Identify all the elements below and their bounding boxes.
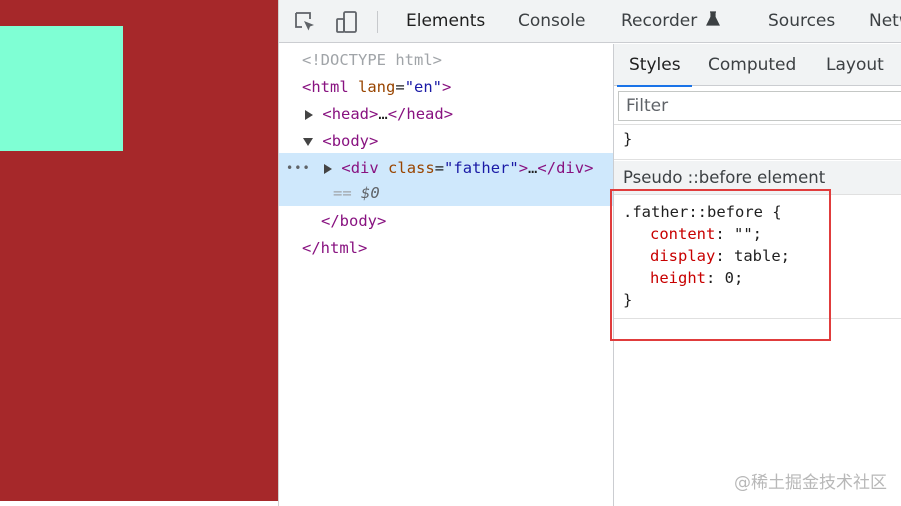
declaration-height[interactable]: height: 0;: [650, 267, 743, 289]
declaration-content[interactable]: content: "";: [650, 223, 762, 245]
tab-recorder-label: Recorder: [621, 11, 698, 31]
device-toggle-icon[interactable]: [335, 10, 359, 34]
filter-row: [614, 87, 901, 125]
prop-name[interactable]: display: [650, 247, 715, 265]
prop-value[interactable]: table;: [725, 247, 790, 265]
rule-selector[interactable]: .father::before {: [623, 201, 782, 223]
expand-triangle-icon[interactable]: [305, 109, 313, 120]
prop-name[interactable]: height: [650, 269, 706, 287]
div-class-attr: class: [388, 159, 435, 177]
tab-network[interactable]: Netw: [869, 0, 901, 42]
tab-layout[interactable]: Layout: [826, 44, 884, 86]
styles-subtabs: Styles Computed Layout: [614, 44, 901, 87]
flask-icon: [705, 11, 720, 26]
declaration-display[interactable]: display: table;: [650, 245, 790, 267]
dom-html-close[interactable]: </html>: [302, 235, 367, 261]
prop-name[interactable]: content: [650, 225, 715, 243]
tab-console[interactable]: Console: [518, 0, 586, 42]
selected-equals: ==: [333, 184, 361, 202]
styles-filter-input[interactable]: [618, 91, 901, 121]
inspect-element-icon[interactable]: [293, 10, 317, 34]
tab-styles[interactable]: Styles: [617, 44, 692, 87]
toolbar-divider: [377, 11, 378, 33]
father-element-box: [0, 26, 123, 151]
div-tag: div: [350, 159, 379, 177]
pseudo-before-rule[interactable]: .father::before { content: ""; display: …: [614, 196, 901, 319]
div-ellipsis[interactable]: …: [528, 159, 537, 177]
devtools-tabbar: Elements Console Recorder Sources Netw: [279, 0, 901, 43]
div-class-value: "father": [444, 159, 519, 177]
tab-computed[interactable]: Computed: [708, 44, 796, 86]
tab-elements[interactable]: Elements: [406, 0, 485, 42]
dom-tree: <!DOCTYPE html> <html lang="en"> <head>……: [279, 44, 613, 506]
devtools-panel: Elements Console Recorder Sources Netw <…: [278, 0, 901, 506]
prop-value[interactable]: 0;: [715, 269, 744, 287]
styles-pane: Styles Computed Layout } Pseudo ::before…: [613, 44, 901, 506]
row-actions-dots-icon[interactable]: •••: [286, 155, 311, 181]
html-lang-attr: lang: [358, 78, 396, 96]
rule-close-brace: }: [623, 291, 633, 309]
dom-body-close[interactable]: </body>: [321, 208, 386, 234]
dom-doctype[interactable]: <!DOCTYPE html>: [302, 47, 442, 73]
selected-node-marker: == $0: [333, 180, 380, 206]
pseudo-element-header: Pseudo ::before element: [614, 161, 901, 195]
dom-head[interactable]: <head>…</head>: [305, 101, 453, 127]
head-tag: head: [331, 105, 370, 123]
html-lang-value: "en": [404, 78, 443, 96]
tab-sources[interactable]: Sources: [768, 0, 835, 42]
dom-html-open[interactable]: <html lang="en">: [302, 74, 451, 100]
previous-rule-close-brace: }: [623, 130, 633, 148]
watermark: @稀土掘金技术社区: [734, 473, 887, 493]
html-tag: html: [311, 78, 349, 96]
body-tag: body: [331, 132, 370, 150]
expand-triangle-icon[interactable]: [324, 163, 332, 174]
dom-div-father[interactable]: <div class="father">…</div>: [324, 155, 593, 181]
previous-rule: }: [614, 126, 901, 160]
collapse-triangle-icon[interactable]: [303, 137, 313, 146]
head-ellipsis[interactable]: …: [378, 105, 387, 123]
page-preview: [0, 0, 278, 501]
head-close-tag: head: [406, 105, 444, 123]
dom-body-open[interactable]: <body>: [303, 128, 378, 154]
selected-var: $0: [361, 184, 380, 202]
tab-recorder[interactable]: Recorder: [621, 0, 720, 42]
div-close-tag: div: [556, 159, 585, 177]
prop-value[interactable]: "";: [725, 225, 762, 243]
